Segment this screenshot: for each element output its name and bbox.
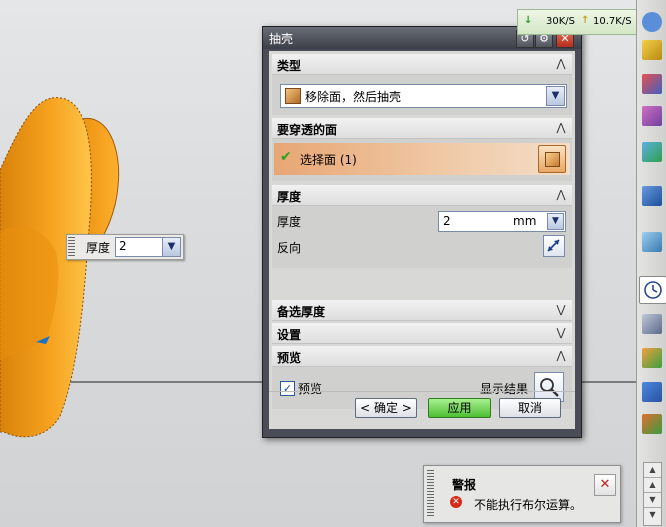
face-pick-button[interactable] xyxy=(538,145,566,173)
section-thickness-title: 厚度 xyxy=(277,190,302,204)
section-thickness-header[interactable]: 厚度 ⋀ xyxy=(272,185,572,206)
drag-grip[interactable] xyxy=(68,237,75,257)
reuse-library-icon[interactable] xyxy=(642,142,662,162)
section-settings-title: 设置 xyxy=(277,328,302,342)
scroll-top-icon[interactable]: ▲ xyxy=(644,463,661,478)
manufacturing-wizard-icon[interactable] xyxy=(642,382,662,402)
dialog-body: 类型 ⋀ 移除面，然后抽壳 ▼ 要穿透的面 ⋀ ✔ 选择面 (1) 厚度 ⋀ 厚… xyxy=(269,51,575,429)
chevron-down-icon[interactable]: ⋁ xyxy=(552,324,570,342)
cube-icon xyxy=(545,152,560,167)
download-speed: 30K/S xyxy=(546,16,575,27)
reverse-label: 反向 xyxy=(277,241,302,255)
drag-grip[interactable] xyxy=(427,470,434,518)
check-icon: ✔ xyxy=(280,149,292,165)
close-icon[interactable]: ✕ xyxy=(594,474,616,496)
section-alt-thickness-header[interactable]: 备选厚度 ⋁ xyxy=(272,300,572,321)
section-preview-title: 预览 xyxy=(277,351,302,365)
chevron-up-icon[interactable]: ⋀ xyxy=(552,119,570,137)
section-face-body: ✔ 选择面 (1) xyxy=(272,139,572,181)
resource-bar: ▲ ▲ ▼ ▼ xyxy=(636,0,666,527)
scroll-up-icon[interactable]: ▲ xyxy=(644,478,661,493)
button-separator xyxy=(269,391,575,392)
chevron-down-icon[interactable]: ▼ xyxy=(162,238,180,256)
chevron-up-icon[interactable]: ⋀ xyxy=(552,186,570,204)
section-face-title: 要穿透的面 xyxy=(277,123,338,137)
alert-popup: 警报 ✕ 不能执行布尔运算。 ✕ xyxy=(423,465,621,523)
section-type-body: 移除面，然后抽壳 ▼ xyxy=(272,75,572,115)
web-browser-icon[interactable] xyxy=(642,232,662,252)
preview-checkbox[interactable]: ✓ xyxy=(280,381,295,396)
thickness-unit: mm xyxy=(513,214,537,228)
chevron-up-icon[interactable]: ⋀ xyxy=(552,347,570,365)
alert-title: 警报 xyxy=(452,478,477,492)
upload-speed: 10.7K/S xyxy=(593,16,632,27)
shell-type-icon xyxy=(285,88,301,104)
dialog-title: 抽壳 xyxy=(269,32,294,46)
network-speed-widget: ↓ 30K/S ↑ 10.7K/S xyxy=(517,9,639,35)
thickness-input[interactable]: 2 mm ▼ xyxy=(438,211,566,232)
floating-thickness-value: 2 xyxy=(119,239,127,253)
section-type-header[interactable]: 类型 ⋀ xyxy=(272,54,572,75)
select-face-label: 选择面 (1) xyxy=(300,153,357,167)
history-clock-icon[interactable] xyxy=(639,276,666,304)
chevron-down-icon[interactable]: ▼ xyxy=(546,86,565,106)
show-result-label: 显示结果 xyxy=(480,382,529,396)
scroll-down-icon[interactable]: ▼ xyxy=(644,493,661,508)
download-arrow-icon: ↓ xyxy=(524,15,533,26)
section-alt-thickness-title: 备选厚度 xyxy=(277,305,326,319)
section-type-title: 类型 xyxy=(277,59,302,73)
chevron-up-icon[interactable]: ⋀ xyxy=(552,55,570,73)
floating-thickness-label: 厚度 xyxy=(86,241,111,255)
part-navigator-icon[interactable] xyxy=(642,106,662,126)
hd3d-tools-icon[interactable] xyxy=(642,186,662,206)
resource-bar-scroll[interactable]: ▲ ▲ ▼ ▼ xyxy=(643,462,662,526)
floating-thickness-input[interactable]: 厚度 2 ▼ xyxy=(66,234,184,260)
reverse-direction-icon xyxy=(547,239,560,252)
type-select[interactable]: 移除面，然后抽壳 ▼ xyxy=(280,84,567,108)
upload-arrow-icon: ↑ xyxy=(581,15,590,26)
error-icon: ✕ xyxy=(450,496,462,508)
select-face-row[interactable]: ✔ 选择面 (1) xyxy=(274,143,570,175)
floating-thickness-field[interactable]: 2 ▼ xyxy=(115,237,181,257)
browser-icon[interactable] xyxy=(642,12,662,32)
preview-label: 预览 xyxy=(298,382,323,396)
roles-icon[interactable] xyxy=(642,414,662,434)
type-select-value: 移除面，然后抽壳 xyxy=(305,90,402,104)
shell-dialog: 抽壳 ↺ ⚙ ✕ 类型 ⋀ 移除面，然后抽壳 ▼ 要穿透的面 ⋀ ✔ 选择面 (… xyxy=(262,26,582,438)
apply-button[interactable]: 应用 xyxy=(428,398,491,418)
section-preview-header[interactable]: 预览 ⋀ xyxy=(272,346,572,367)
ok-button[interactable]: < 确定 > xyxy=(355,398,417,418)
section-thickness-body: 厚度 2 mm ▼ 反向 xyxy=(272,206,572,268)
process-studio-icon[interactable] xyxy=(642,348,662,368)
reverse-direction-button[interactable] xyxy=(543,235,565,257)
magnifier-icon xyxy=(540,378,559,397)
assembly-navigator-icon[interactable] xyxy=(642,40,662,60)
system-materials-icon[interactable] xyxy=(642,314,662,334)
constraint-navigator-icon[interactable] xyxy=(642,74,662,94)
thickness-label: 厚度 xyxy=(277,215,302,229)
section-settings-header[interactable]: 设置 ⋁ xyxy=(272,323,572,344)
chevron-down-icon[interactable]: ▼ xyxy=(547,213,564,230)
cancel-button[interactable]: 取消 xyxy=(499,398,561,418)
thickness-value: 2 xyxy=(443,214,451,228)
section-face-header[interactable]: 要穿透的面 ⋀ xyxy=(272,118,572,139)
alert-message: 不能执行布尔运算。 xyxy=(474,498,583,512)
scroll-bottom-icon[interactable]: ▼ xyxy=(644,508,661,522)
chevron-down-icon[interactable]: ⋁ xyxy=(552,301,570,319)
